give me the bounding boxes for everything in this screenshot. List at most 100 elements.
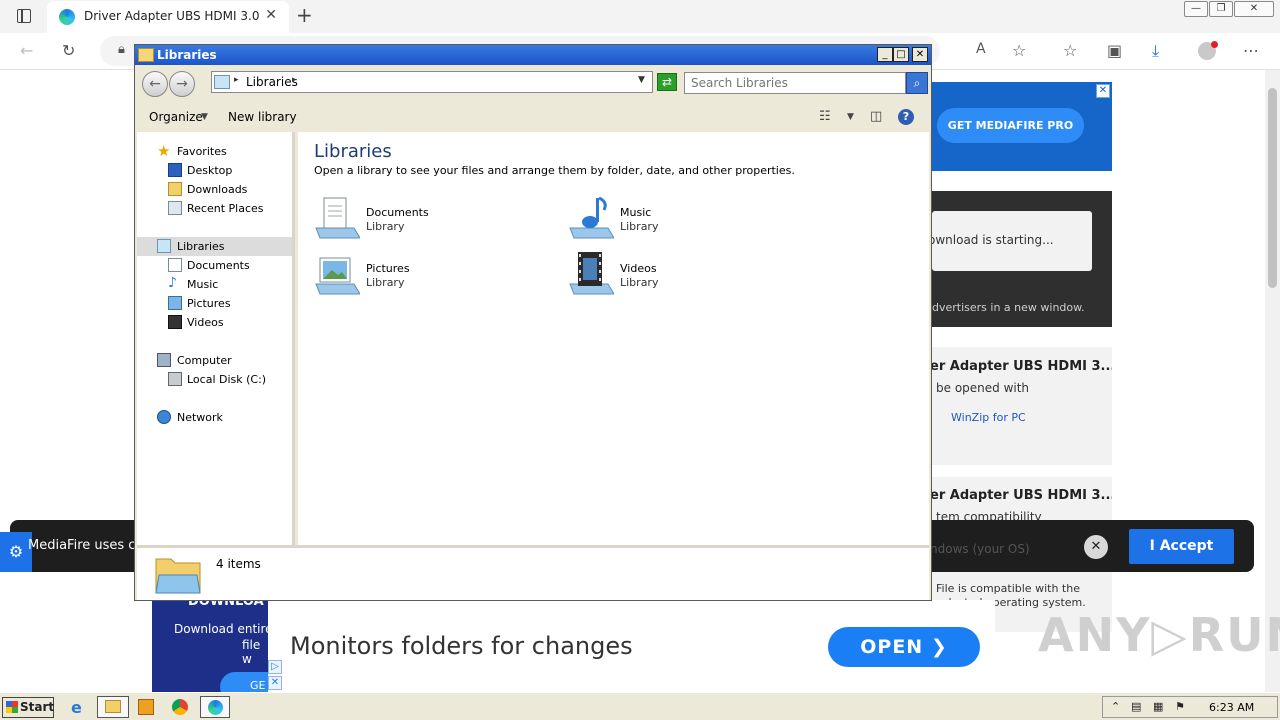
explorer-task-button[interactable] — [97, 696, 129, 718]
help-icon[interactable]: ? — [898, 109, 914, 125]
winzip-link[interactable]: WinZip for PC — [951, 411, 1026, 424]
libraries-window: Libraries _ □ ✕ ← → ▸ Libraries ▸ ▼ ⇄ ⌕ … — [134, 44, 932, 601]
library-music[interactable]: Music Library — [568, 194, 788, 244]
forward-button[interactable]: → — [169, 71, 195, 97]
download-promo-button[interactable]: GE — [220, 672, 268, 692]
nav-recent-places[interactable]: Recent Places — [137, 199, 292, 218]
media-player-icon[interactable] — [138, 699, 154, 715]
view-options-icon[interactable]: ☷ — [819, 109, 831, 124]
network-tray-icon[interactable]: ▦ — [1153, 700, 1163, 713]
read-aloud-icon[interactable]: A — [976, 41, 986, 57]
explorer-refresh-icon[interactable]: ⇄ — [657, 73, 677, 91]
ad-banner[interactable]: ▷ ✕ Monitors folders for changes OPEN ❯ — [268, 600, 995, 692]
nav-favorites[interactable]: ★ Favorites — [137, 142, 292, 161]
clock: 6:23 AM — [1209, 701, 1255, 714]
download-promo-line-2: file w — [242, 638, 261, 666]
ad-open-button[interactable]: OPEN ❯ — [828, 627, 980, 667]
library-pictures[interactable]: Pictures Library — [314, 250, 534, 300]
ad-close-icon[interactable]: ✕ — [268, 676, 282, 690]
tab-close-icon[interactable]: ✕ — [265, 7, 277, 23]
music-library-icon — [569, 196, 614, 239]
nav-documents[interactable]: Documents — [137, 256, 292, 275]
ie-icon[interactable]: e — [71, 698, 91, 718]
cookie-accept-button[interactable]: I Accept — [1129, 529, 1234, 564]
browser-tab-bar: Driver Adapter UBS HDMI 3.0 ✕ + — ❐ ✕ — [0, 0, 1280, 33]
download-promo-title: DOWNLOA — [188, 600, 264, 609]
nav-music[interactable]: ♪ Music — [137, 275, 292, 294]
address-breadcrumb[interactable]: ▸ Libraries ▸ ▼ — [211, 71, 653, 93]
flag-icon[interactable]: ⚑ — [1175, 700, 1185, 713]
preview-pane-icon[interactable]: ◫ — [870, 109, 882, 124]
nav-desktop[interactable]: Desktop — [137, 161, 292, 180]
nav-videos[interactable]: Videos — [137, 313, 292, 332]
nav-documents-label: Documents — [187, 259, 250, 272]
organize-dropdown-icon[interactable]: ▼ — [201, 112, 208, 122]
documents-library-icon — [315, 197, 360, 239]
collections-icon[interactable]: ▣ — [1107, 41, 1122, 60]
libraries-folder-icon — [138, 48, 154, 62]
promo-close-icon[interactable]: ✕ — [1096, 84, 1110, 98]
nav-local-disk[interactable]: Local Disk (C:) — [137, 370, 292, 389]
nav-videos-label: Videos — [187, 316, 224, 329]
nav-network[interactable]: Network — [137, 408, 292, 427]
tray-expand-icon[interactable]: ⌃ — [1111, 700, 1120, 713]
nav-recent-places-label: Recent Places — [187, 202, 264, 215]
add-favorite-icon[interactable]: ☆ — [1012, 41, 1026, 60]
more-options-icon[interactable]: ⋯ — [1243, 41, 1259, 60]
file-title-2: er Adapter UBS HDMI 3.... — [932, 488, 1112, 503]
favorites-icon[interactable]: ☆ — [1063, 41, 1077, 60]
start-button[interactable]: Start — [2, 697, 54, 718]
downloads-icon[interactable]: ⤓ — [1152, 41, 1159, 61]
edge-icon — [208, 700, 223, 715]
nav-libraries[interactable]: Libraries — [137, 237, 292, 256]
breadcrumb-separator-icon[interactable]: ▸ — [234, 75, 239, 85]
library-type: Library — [620, 220, 659, 233]
profile-avatar[interactable] — [1198, 41, 1218, 60]
breadcrumb-libraries[interactable]: Libraries — [246, 75, 298, 89]
new-library-button[interactable]: New library — [228, 110, 297, 124]
search-input[interactable] — [684, 72, 906, 94]
library-name: Music — [620, 206, 652, 219]
explorer-maximize-button[interactable]: □ — [893, 47, 909, 62]
chrome-icon[interactable] — [172, 699, 188, 715]
cookie-text: MediaFire uses co — [28, 538, 144, 553]
address-history-dropdown-icon[interactable]: ▼ — [638, 75, 645, 85]
action-center-icon[interactable]: ▤ — [1131, 700, 1141, 713]
explorer-close-button[interactable]: ✕ — [912, 47, 928, 62]
nav-pictures[interactable]: Pictures — [137, 294, 292, 313]
restore-button[interactable]: ❐ — [1209, 1, 1233, 17]
nav-downloads-label: Downloads — [187, 183, 248, 196]
lock-icon: 🔒︎ — [118, 42, 125, 57]
cookie-close-button[interactable]: ✕ — [1084, 535, 1108, 559]
videos-icon — [168, 315, 182, 329]
window-titlebar[interactable]: Libraries _ □ ✕ — [135, 45, 931, 65]
scroll-thumb[interactable] — [1268, 88, 1277, 288]
edge-task-button[interactable] — [200, 696, 230, 718]
content-subheading: Open a library to see your files and arr… — [314, 164, 795, 177]
pictures-icon — [168, 296, 182, 310]
nav-computer[interactable]: Computer — [137, 351, 292, 370]
view-dropdown-icon[interactable]: ▼ — [847, 112, 854, 122]
get-pro-button[interactable]: GET MEDIAFIRE PRO — [937, 108, 1084, 143]
explorer-minimize-button[interactable]: _ — [877, 47, 893, 62]
back-button[interactable]: ← — [142, 71, 168, 97]
library-type: Library — [366, 220, 405, 233]
new-tab-button[interactable]: + — [296, 3, 313, 27]
ad-choices-icon[interactable]: ▷ — [268, 660, 282, 674]
download-status-panel: ownload is starting... — [928, 211, 1092, 271]
search-icon[interactable]: ⌕ — [906, 72, 928, 94]
anyrun-watermark: ANY▷RUN — [1038, 608, 1280, 662]
library-documents[interactable]: Documents Library — [314, 194, 534, 244]
page-scrollbar[interactable] — [1265, 70, 1280, 692]
nav-downloads[interactable]: Downloads — [137, 180, 292, 199]
tab-actions-icon[interactable] — [17, 8, 31, 23]
library-videos[interactable]: Videos Library — [568, 250, 788, 300]
library-name: Pictures — [366, 262, 410, 275]
organize-button[interactable]: Organize — [149, 110, 203, 124]
back-icon[interactable]: ← — [20, 41, 33, 60]
browser-tab[interactable]: Driver Adapter UBS HDMI 3.0 ✕ — [47, 1, 289, 33]
refresh-icon[interactable]: ↻ — [62, 41, 75, 60]
close-window-button[interactable]: ✕ — [1234, 1, 1274, 17]
minimize-button[interactable]: — — [1184, 1, 1208, 17]
breadcrumb-chevron-icon[interactable]: ▸ — [292, 75, 297, 85]
